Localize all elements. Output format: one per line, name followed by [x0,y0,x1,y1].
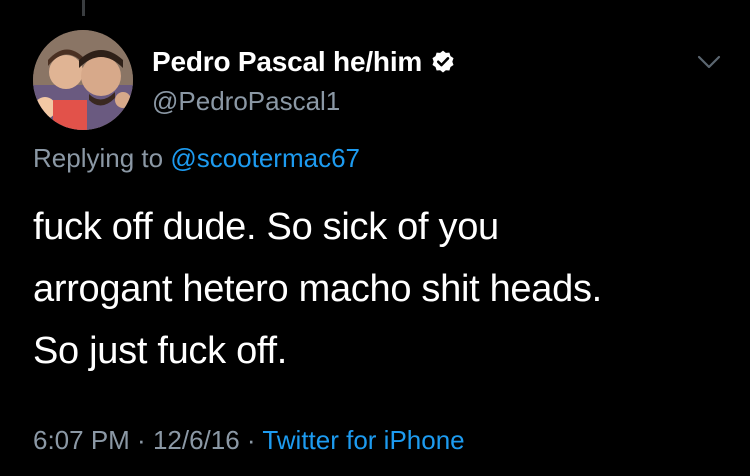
display-name[interactable]: Pedro Pascal he/him [152,46,422,78]
tweet-metadata: 6:07 PM · 12/6/16 · Twitter for iPhone [33,425,465,456]
tweet-date[interactable]: 12/6/16 [153,425,240,455]
tweet-text-line: fuck off dude. So sick of you [33,206,499,248]
avatar[interactable] [33,30,133,130]
meta-separator: · [239,425,263,455]
author-name-row[interactable]: Pedro Pascal he/him [152,46,456,78]
tweet-text: fuck off dude. So sick of you arrogant h… [33,196,723,382]
thread-connector-line [82,0,85,16]
replying-to-user-link[interactable]: @scootermac67 [170,143,360,173]
verified-badge-icon [430,49,456,75]
replying-to-label: Replying to [33,143,171,173]
meta-separator: · [129,425,153,455]
avatar-photo [33,30,133,130]
chevron-down-icon[interactable] [694,52,724,72]
tweet-time[interactable]: 6:07 PM [33,425,130,455]
tweet-text-line: arrogant hetero macho shit heads. [33,268,602,310]
tweet-source-link[interactable]: Twitter for iPhone [262,425,464,455]
user-handle[interactable]: @PedroPascal1 [152,86,340,117]
tweet-text-line: So just fuck off. [33,330,287,372]
replying-to: Replying to @scootermac67 [33,143,360,174]
